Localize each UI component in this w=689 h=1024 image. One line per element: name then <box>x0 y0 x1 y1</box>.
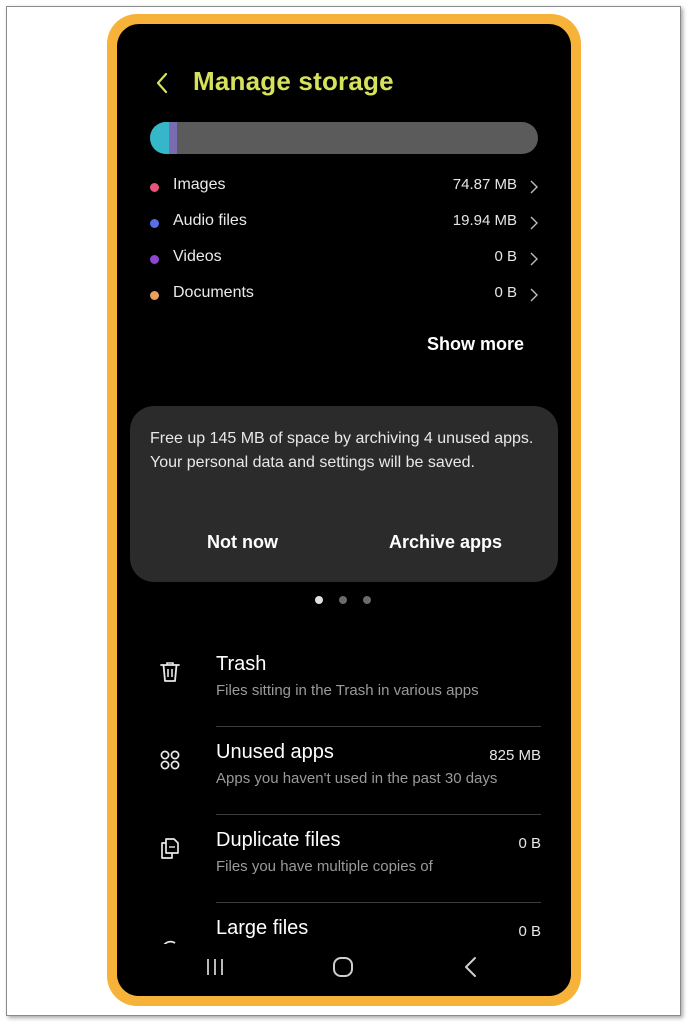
back-arrow-icon <box>465 957 476 977</box>
list-item-unused-apps[interactable]: Unused apps Apps you haven't used in the… <box>117 727 571 815</box>
archive-suggestion-text: Free up 145 MB of space by archiving 4 u… <box>150 430 534 471</box>
category-label: Videos <box>173 248 222 265</box>
category-size: 0 B <box>494 284 517 301</box>
list-item-trash[interactable]: Trash Files sitting in the Trash in vari… <box>117 639 571 727</box>
recent-apps-button[interactable] <box>195 952 235 982</box>
list-item-title: Unused apps <box>216 741 334 763</box>
usage-segment-audio <box>169 122 177 154</box>
list-item-subtitle: Files you have multiple copies of <box>216 858 433 875</box>
apps-grid-icon <box>160 750 180 770</box>
home-button[interactable] <box>323 952 363 982</box>
not-now-button[interactable]: Not now <box>207 532 278 553</box>
recent-apps-icon <box>207 959 223 975</box>
list-item-title: Large files <box>216 917 309 939</box>
chevron-right-icon <box>530 252 538 266</box>
category-row-documents[interactable]: Documents 0 B <box>147 280 541 316</box>
list-item-value: 825 MB <box>489 747 541 764</box>
documents-color-dot <box>150 291 159 300</box>
show-more-button[interactable]: Show more <box>427 334 524 355</box>
category-label: Documents <box>173 284 254 301</box>
page-dot <box>339 596 347 604</box>
chevron-right-icon <box>530 180 538 194</box>
storage-usage-bar <box>150 122 538 154</box>
videos-color-dot <box>150 255 159 264</box>
archive-suggestion-card: Free up 145 MB of space by archiving 4 u… <box>130 406 558 582</box>
category-row-videos[interactable]: Videos 0 B <box>147 244 541 280</box>
back-button[interactable] <box>151 68 175 98</box>
list-item-duplicate-files[interactable]: Duplicate files Files you have multiple … <box>117 815 571 903</box>
images-color-dot <box>150 183 159 192</box>
usage-segment-images <box>150 122 169 154</box>
list-item-value: 0 B <box>518 923 541 940</box>
category-list: Images 74.87 MB Audio files 19.94 MB Vid… <box>147 172 541 316</box>
duplicate-files-icon <box>161 838 179 859</box>
list-item-subtitle: Apps you haven't used in the past 30 day… <box>216 770 498 787</box>
page-title: Manage storage <box>193 66 394 96</box>
category-size: 19.94 MB <box>452 212 517 229</box>
category-size: 74.87 MB <box>452 176 517 193</box>
list-item-title: Duplicate files <box>216 829 341 851</box>
archive-apps-button[interactable]: Archive apps <box>389 532 502 553</box>
page-indicator <box>315 596 375 606</box>
trash-icon <box>160 662 180 682</box>
list-item-title: Trash <box>216 653 267 675</box>
chevron-left-icon <box>156 72 168 94</box>
list-item-subtitle: Files sitting in the Trash in various ap… <box>216 682 479 699</box>
category-size: 0 B <box>494 248 517 265</box>
list-item-value: 0 B <box>518 835 541 852</box>
category-label: Images <box>173 176 226 193</box>
category-row-images[interactable]: Images 74.87 MB <box>147 172 541 208</box>
chevron-right-icon <box>530 288 538 302</box>
category-row-audio[interactable]: Audio files 19.94 MB <box>147 208 541 244</box>
page-dot-active <box>315 596 323 604</box>
phone-screen: Manage storage Images 74.87 MB Audio fil… <box>117 24 571 996</box>
navigation-bar <box>117 944 571 996</box>
header: Manage storage <box>117 64 571 104</box>
category-label: Audio files <box>173 212 247 229</box>
audio-color-dot <box>150 219 159 228</box>
chevron-right-icon <box>530 216 538 230</box>
page-dot <box>363 596 371 604</box>
home-icon <box>333 957 353 977</box>
back-nav-button[interactable] <box>451 952 491 982</box>
